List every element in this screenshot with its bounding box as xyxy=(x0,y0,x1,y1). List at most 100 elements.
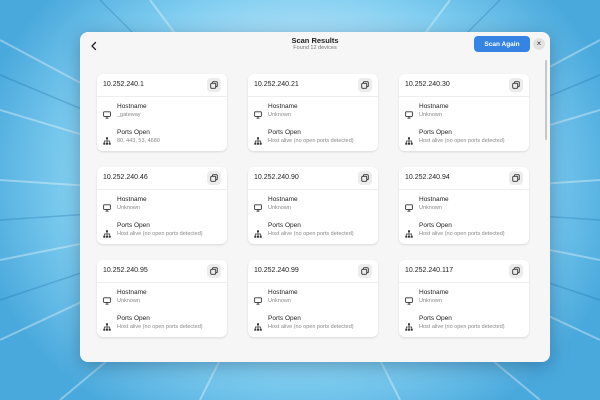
copy-ip-button[interactable] xyxy=(358,171,372,185)
ports-field: Ports Open 80, 443, 53, 4680 xyxy=(103,129,223,147)
hostname-field: Hostname Unknown xyxy=(103,289,223,307)
hostname-label: Hostname xyxy=(268,196,298,203)
ports-field: Ports Open Host alive (no open ports dete… xyxy=(103,315,223,333)
dialog-header: Scan Results Found 12 devices Scan Again… xyxy=(80,32,550,58)
device-ip: 10.252.240.94 xyxy=(405,174,450,181)
card-divider xyxy=(399,189,529,190)
hostname-value: Unknown xyxy=(419,112,442,118)
copy-ip-button[interactable] xyxy=(207,171,221,185)
device-ip: 10.252.240.99 xyxy=(254,267,299,274)
monitor-icon xyxy=(405,106,413,119)
device-grid: 10.252.240.1 Hostname _gateway Ports Open 80… xyxy=(97,74,531,337)
copy-ip-button[interactable] xyxy=(358,78,372,92)
ports-label: Ports Open xyxy=(117,222,150,229)
hostname-value: Unknown xyxy=(117,205,140,211)
hostname-field: Hostname Unknown xyxy=(254,289,374,307)
ports-field: Ports Open Host alive (no open ports dete… xyxy=(254,129,374,147)
hostname-label: Hostname xyxy=(268,103,298,110)
scan-again-button[interactable]: Scan Again xyxy=(474,36,530,52)
network-icon xyxy=(254,132,262,145)
ports-field: Ports Open Host alive (no open ports dete… xyxy=(405,129,525,147)
copy-ip-button[interactable] xyxy=(509,264,523,278)
monitor-icon xyxy=(103,292,111,305)
ports-value: Host alive (no open ports detected) xyxy=(419,138,505,144)
scan-results-dialog: Scan Results Found 12 devices Scan Again… xyxy=(80,32,550,362)
copy-icon xyxy=(210,262,218,280)
monitor-icon xyxy=(103,199,111,212)
device-card[interactable]: 10.252.240.90 Hostname Unknown Ports Open Ho… xyxy=(248,167,378,244)
device-card[interactable]: 10.252.240.30 Hostname Unknown Ports Open Ho… xyxy=(399,74,529,151)
ports-field: Ports Open Host alive (no open ports dete… xyxy=(405,315,525,333)
monitor-icon xyxy=(254,292,262,305)
ports-label: Ports Open xyxy=(419,129,452,136)
device-ip: 10.252.240.1 xyxy=(103,81,144,88)
close-button[interactable]: × xyxy=(533,38,545,50)
network-icon xyxy=(405,225,413,238)
ports-value: Host alive (no open ports detected) xyxy=(117,324,203,330)
scrollbar[interactable] xyxy=(545,60,547,140)
copy-ip-button[interactable] xyxy=(509,78,523,92)
card-divider xyxy=(399,96,529,97)
network-icon xyxy=(254,318,262,331)
network-icon xyxy=(103,318,111,331)
network-icon xyxy=(405,318,413,331)
hostname-field: Hostname Unknown xyxy=(103,196,223,214)
device-ip: 10.252.240.46 xyxy=(103,174,148,181)
device-card[interactable]: 10.252.240.21 Hostname Unknown Ports Open Ho… xyxy=(248,74,378,151)
ports-field: Ports Open Host alive (no open ports dete… xyxy=(103,222,223,240)
ports-value: Host alive (no open ports detected) xyxy=(268,138,354,144)
device-card[interactable]: 10.252.240.94 Hostname Unknown Ports Open Ho… xyxy=(399,167,529,244)
ports-field: Ports Open Host alive (no open ports dete… xyxy=(405,222,525,240)
device-ip: 10.252.240.117 xyxy=(405,267,454,274)
hostname-value: _gateway xyxy=(117,112,141,118)
hostname-value: Unknown xyxy=(268,298,291,304)
hostname-label: Hostname xyxy=(117,289,147,296)
ports-value: 80, 443, 53, 4680 xyxy=(117,138,160,144)
hostname-field: Hostname Unknown xyxy=(405,196,525,214)
device-ip: 10.252.240.90 xyxy=(254,174,299,181)
device-card[interactable]: 10.252.240.99 Hostname Unknown Ports Open Ho… xyxy=(248,260,378,337)
copy-icon xyxy=(361,262,369,280)
copy-ip-button[interactable] xyxy=(207,264,221,278)
monitor-icon xyxy=(405,292,413,305)
ports-label: Ports Open xyxy=(268,315,301,322)
device-card[interactable]: 10.252.240.117 Hostname Unknown Ports Open H… xyxy=(399,260,529,337)
card-divider xyxy=(248,189,378,190)
copy-icon xyxy=(512,76,520,94)
hostname-value: Unknown xyxy=(117,298,140,304)
copy-ip-button[interactable] xyxy=(207,78,221,92)
copy-icon xyxy=(210,169,218,187)
card-divider xyxy=(248,282,378,283)
ports-label: Ports Open xyxy=(117,129,150,136)
hostname-field: Hostname Unknown xyxy=(254,103,374,121)
ports-label: Ports Open xyxy=(419,315,452,322)
copy-icon xyxy=(210,76,218,94)
hostname-field: Hostname _gateway xyxy=(103,103,223,121)
copy-icon xyxy=(361,169,369,187)
hostname-label: Hostname xyxy=(419,289,449,296)
ports-value: Host alive (no open ports detected) xyxy=(268,231,354,237)
ports-label: Ports Open xyxy=(268,129,301,136)
hostname-field: Hostname Unknown xyxy=(405,289,525,307)
device-ip: 10.252.240.30 xyxy=(405,81,450,88)
ports-field: Ports Open Host alive (no open ports dete… xyxy=(254,222,374,240)
device-card[interactable]: 10.252.240.95 Hostname Unknown Ports Open Ho… xyxy=(97,260,227,337)
copy-icon xyxy=(512,262,520,280)
device-card[interactable]: 10.252.240.46 Hostname Unknown Ports Open Ho… xyxy=(97,167,227,244)
network-icon xyxy=(254,225,262,238)
card-divider xyxy=(97,96,227,97)
hostname-value: Unknown xyxy=(268,112,291,118)
device-card[interactable]: 10.252.240.1 Hostname _gateway Ports Open 80… xyxy=(97,74,227,151)
hostname-value: Unknown xyxy=(268,205,291,211)
copy-ip-button[interactable] xyxy=(358,264,372,278)
copy-ip-button[interactable] xyxy=(509,171,523,185)
ports-label: Ports Open xyxy=(117,315,150,322)
network-icon xyxy=(103,132,111,145)
ports-value: Host alive (no open ports detected) xyxy=(117,231,203,237)
hostname-value: Unknown xyxy=(419,298,442,304)
monitor-icon xyxy=(103,106,111,119)
card-divider xyxy=(97,189,227,190)
card-divider xyxy=(248,96,378,97)
ports-label: Ports Open xyxy=(419,222,452,229)
hostname-label: Hostname xyxy=(419,196,449,203)
